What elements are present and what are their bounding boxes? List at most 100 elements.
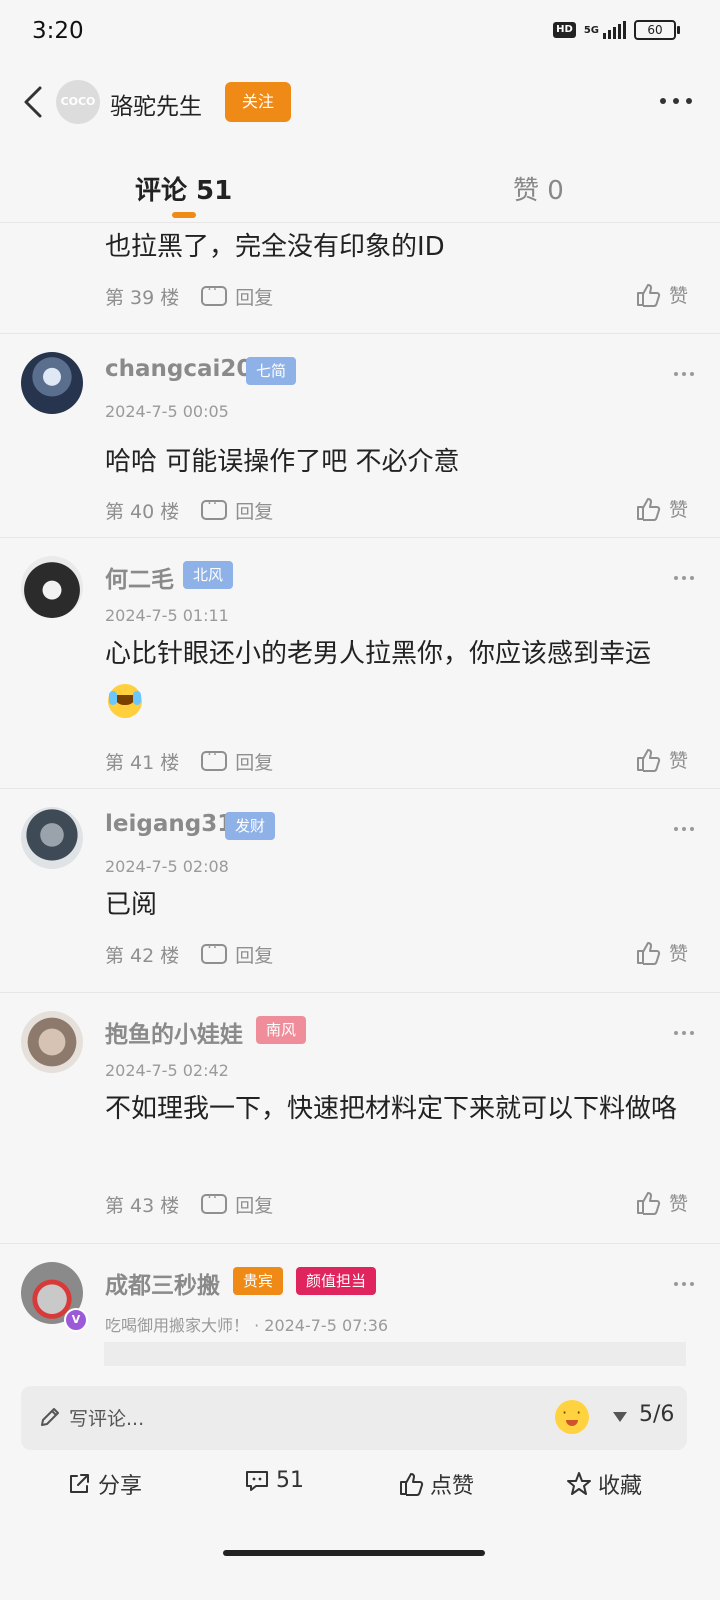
like-label: 赞 [668, 750, 688, 772]
comment-time: 吃喝御用搬家大师！ · 2024-7-5 07:36 [105, 1316, 389, 1335]
tab-likes[interactable]: 赞 0 [513, 170, 564, 207]
comment-meta: 第 40 楼 回复 [105, 495, 273, 525]
thumbs-up-icon [636, 1191, 661, 1215]
like-label: 赞 [668, 943, 688, 965]
user-avatar[interactable] [21, 1011, 83, 1073]
battery-icon: 60 [634, 20, 680, 40]
username[interactable]: leigang31 [105, 811, 233, 837]
bottom-bar: 写评论... 5/6 分享 51 点赞 收藏 [0, 1366, 720, 1600]
comment-meta: 第 43 楼 回复 [105, 1189, 273, 1219]
reply-label: 回复 [235, 751, 274, 774]
comment-time: 2024-7-5 02:08 [105, 857, 229, 876]
favorite-label: 收藏 [598, 1474, 643, 1499]
comment-text: 心比针眼还小的老男人拉黑你，你应该感到幸运 [105, 639, 652, 669]
more-icon[interactable] [674, 827, 694, 831]
more-icon[interactable] [674, 576, 694, 580]
more-icon[interactable] [674, 372, 694, 376]
comment-item: leigang31 发财 2024-7-5 02:08 已阅 第 42 楼 回复… [0, 789, 720, 993]
like-button[interactable]: 赞 [635, 495, 688, 522]
verified-badge-icon: V [64, 1308, 88, 1332]
share-label: 分享 [98, 1474, 143, 1499]
comments-button[interactable]: 51 [244, 1468, 304, 1493]
comment-item: 也拉黑了，完全没有印象的ID 第 39 楼 回复 赞 [0, 223, 720, 334]
comment-item: changcai20 七简 2024-7-5 00:05 哈哈 可能误操作了吧 … [0, 334, 720, 538]
thumbs-up-icon [636, 941, 661, 965]
reply-label: 回复 [235, 286, 274, 309]
emoji-picker-icon[interactable] [555, 1400, 589, 1434]
like-button[interactable]: 赞 [635, 281, 688, 308]
more-icon[interactable] [674, 1031, 694, 1035]
user-avatar[interactable] [21, 807, 83, 869]
floor-number: 第 42 楼 [105, 944, 180, 967]
reply-button[interactable]: 回复 [201, 496, 274, 524]
like-button[interactable]: 赞 [635, 746, 688, 773]
reply-icon [201, 747, 228, 771]
reply-label: 回复 [235, 1194, 274, 1217]
reply-icon [201, 282, 228, 306]
reply-button[interactable]: 回复 [201, 747, 274, 775]
back-icon[interactable] [18, 84, 52, 120]
floor-number: 第 39 楼 [105, 286, 180, 309]
like-button[interactable]: 赞 [635, 939, 688, 966]
reply-button[interactable]: 回复 [201, 940, 274, 968]
reply-label: 回复 [235, 500, 274, 523]
comment-time: 2024-7-5 02:42 [105, 1061, 229, 1080]
floor-number: 第 41 楼 [105, 751, 180, 774]
comment-meta: 第 42 楼 回复 [105, 939, 273, 969]
comment-meta: 第 39 楼 回复 [105, 281, 273, 311]
username[interactable]: changcai20 [105, 356, 252, 382]
like-post-button[interactable]: 点赞 [398, 1468, 474, 1500]
laughing-tears-emoji [108, 684, 142, 718]
username[interactable]: 成都三秒搬 [105, 1266, 220, 1300]
home-indicator[interactable] [223, 1550, 485, 1556]
tab-bar: 评论 51 赞 0 [0, 160, 720, 223]
like-label: 赞 [668, 1193, 688, 1215]
reply-icon [201, 940, 228, 964]
floor-number: 第 43 楼 [105, 1194, 180, 1217]
comment-time: 2024-7-5 01:11 [105, 606, 229, 625]
comment-text: 哈哈 可能误操作了吧 不必介意 [105, 447, 460, 477]
favorite-button[interactable]: 收藏 [566, 1468, 642, 1500]
like-label: 赞 [668, 285, 688, 307]
share-button[interactable]: 分享 [66, 1468, 142, 1500]
thumbs-up-icon [636, 283, 661, 307]
signal-icon [603, 21, 626, 39]
composer-placeholder: 写评论... [69, 1408, 145, 1430]
like-button[interactable]: 赞 [635, 1189, 688, 1216]
thumbs-up-icon [636, 497, 661, 521]
comment-text: 也拉黑了，完全没有印象的ID [105, 232, 445, 262]
reply-button[interactable]: 回复 [201, 1190, 274, 1218]
user-badge: 七简 [246, 357, 297, 385]
follow-button[interactable]: 关注 [225, 82, 291, 122]
share-icon [70, 1474, 89, 1493]
reply-label: 回复 [235, 944, 274, 967]
comment-item: 何二毛 北风 2024-7-5 01:11 心比针眼还小的老男人拉黑你，你应该感… [0, 538, 720, 789]
like-label: 赞 [668, 499, 688, 521]
comments-count: 51 [276, 1468, 304, 1493]
comment-preview-placeholder [104, 1342, 686, 1366]
reply-icon [201, 1190, 228, 1214]
username[interactable]: 抱鱼的小娃娃 [105, 1015, 243, 1049]
more-options-icon[interactable] [660, 98, 692, 104]
page-indicator[interactable]: 5/6 [639, 1402, 674, 1427]
reply-icon [201, 496, 228, 520]
author-avatar[interactable]: COCO [56, 80, 100, 124]
username[interactable]: 何二毛 [105, 560, 174, 594]
thumbs-up-icon [400, 1473, 424, 1496]
tab-comments[interactable]: 评论 51 [135, 170, 232, 207]
user-avatar[interactable] [21, 556, 83, 618]
author-name[interactable]: 骆驼先生 [110, 87, 202, 121]
user-badge: 南风 [256, 1016, 307, 1044]
more-icon[interactable] [674, 1282, 694, 1286]
page-dropdown-icon[interactable] [613, 1412, 627, 1422]
comment-icon [246, 1470, 268, 1491]
like-post-label: 点赞 [430, 1474, 475, 1499]
reply-button[interactable]: 回复 [201, 282, 274, 310]
comment-composer[interactable]: 写评论... 5/6 [21, 1386, 687, 1450]
status-bar: 3:20 HD 5G 60 [0, 0, 720, 62]
active-tab-indicator [172, 212, 196, 218]
user-badge: 发财 [225, 812, 276, 840]
user-avatar[interactable] [21, 352, 83, 414]
top-nav: COCO 骆驼先生 关注 [0, 72, 720, 132]
action-bar: 分享 51 点赞 收藏 [0, 1468, 720, 1508]
